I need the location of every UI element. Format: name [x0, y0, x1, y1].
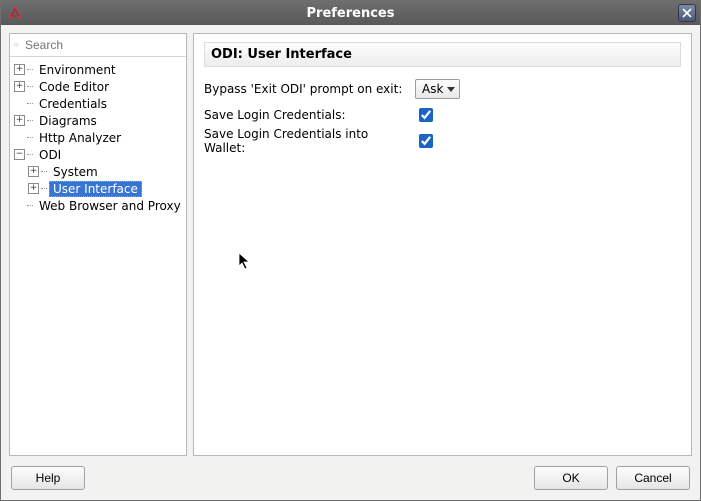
ok-button[interactable]: OK	[534, 466, 608, 490]
panel-title: ODI: User Interface	[204, 42, 681, 67]
tree-item-user-interface[interactable]: +User Interface	[28, 180, 184, 197]
close-button[interactable]	[678, 4, 696, 22]
category-tree[interactable]: +Environment +Code Editor Credentials +D…	[10, 57, 186, 455]
window-title: Preferences	[1, 6, 700, 21]
help-button[interactable]: Help	[11, 466, 85, 490]
titlebar: Preferences	[1, 1, 700, 25]
label-save-wallet: Save Login Credentials into Wallet:	[204, 127, 409, 155]
expand-icon[interactable]: +	[28, 183, 39, 194]
tree-item-system[interactable]: +System	[28, 163, 184, 180]
search-field-wrap	[10, 34, 186, 57]
cancel-button[interactable]: Cancel	[616, 466, 690, 490]
dropdown-value: Ask	[422, 82, 443, 96]
bypass-exit-dropdown[interactable]: Ask	[415, 79, 460, 99]
label-bypass-exit: Bypass 'Exit ODI' prompt on exit:	[204, 82, 409, 96]
chevron-down-icon	[447, 87, 455, 92]
settings-panel: ODI: User Interface Bypass 'Exit ODI' pr…	[193, 33, 692, 456]
collapse-icon[interactable]: −	[14, 149, 25, 160]
dialog-button-bar: Help OK Cancel	[9, 462, 692, 492]
app-icon	[7, 5, 23, 21]
save-credentials-checkbox[interactable]	[419, 108, 433, 122]
tree-item-web-browser-proxy[interactable]: Web Browser and Proxy	[14, 197, 184, 214]
row-save-credentials-wallet: Save Login Credentials into Wallet:	[204, 129, 681, 153]
expand-icon[interactable]: +	[28, 166, 39, 177]
tree-item-code-editor[interactable]: +Code Editor	[14, 78, 184, 95]
expand-icon[interactable]: +	[14, 115, 25, 126]
save-wallet-checkbox[interactable]	[419, 134, 433, 148]
tree-item-diagrams[interactable]: +Diagrams	[14, 112, 184, 129]
row-bypass-exit-prompt: Bypass 'Exit ODI' prompt on exit: Ask	[204, 77, 681, 101]
label-save-credentials: Save Login Credentials:	[204, 108, 409, 122]
tree-item-credentials[interactable]: Credentials	[14, 95, 184, 112]
row-save-login-credentials: Save Login Credentials:	[204, 103, 681, 127]
tree-item-http-analyzer[interactable]: Http Analyzer	[14, 129, 184, 146]
category-tree-pane: +Environment +Code Editor Credentials +D…	[9, 33, 187, 456]
tree-item-odi[interactable]: −ODI	[14, 146, 184, 163]
panes: +Environment +Code Editor Credentials +D…	[9, 33, 692, 456]
tree-item-environment[interactable]: +Environment	[14, 61, 184, 78]
preferences-dialog: Preferences +Environment +Code Editor Cr…	[0, 0, 701, 501]
search-input[interactable]	[23, 37, 182, 53]
expand-icon[interactable]: +	[14, 81, 25, 92]
expand-icon[interactable]: +	[14, 64, 25, 75]
dialog-content: +Environment +Code Editor Credentials +D…	[1, 25, 700, 500]
search-icon	[14, 38, 19, 52]
